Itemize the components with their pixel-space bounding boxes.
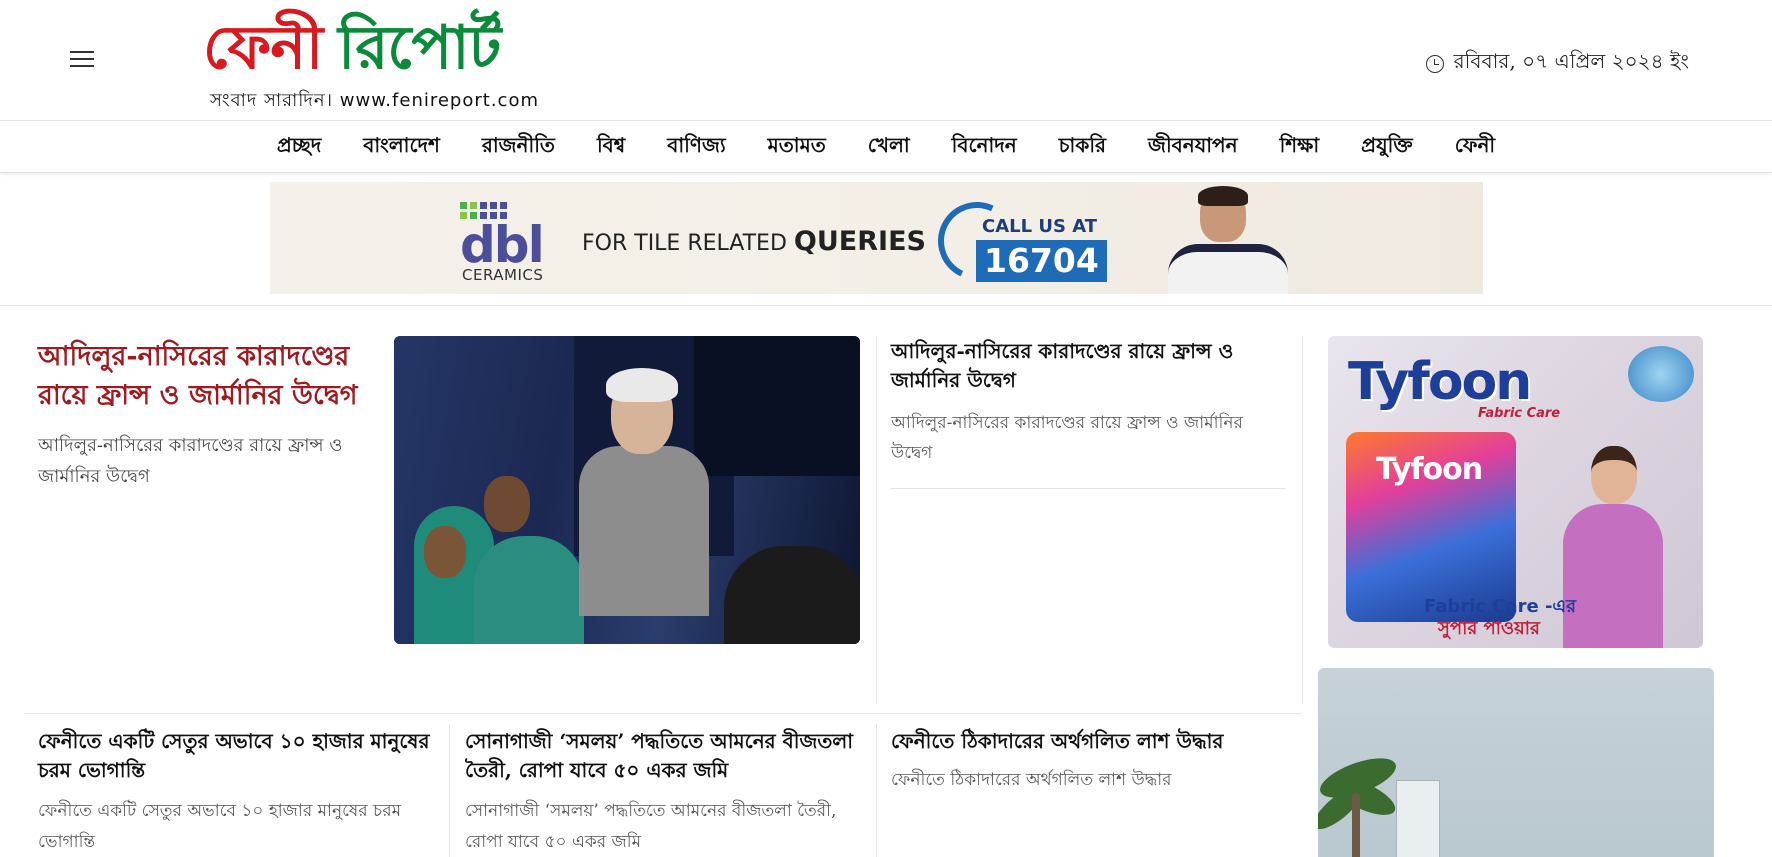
banner-query: FOR TILE RELATED QUERIES: [582, 226, 926, 257]
card-headline[interactable]: সোনাগাজী ‘সমলয়’ পদ্ধতিতে আমনের বীজতলা ত…: [465, 727, 860, 785]
main-nav: প্রচ্ছদ বাংলাদেশ রাজনীতি বিশ্ব বাণিজ্য ম…: [0, 122, 1772, 173]
banner-ad-area: dbl CERAMICS FOR TILE RELATED QUERIES CA…: [0, 173, 1772, 306]
nav-item-sports[interactable]: খেলা: [847, 131, 931, 164]
tyfoon-sub: Fabric Care: [1478, 406, 1561, 421]
nav-item-bangladesh[interactable]: বাংলাদেশ: [342, 131, 461, 164]
banner-ad[interactable]: dbl CERAMICS FOR TILE RELATED QUERIES CA…: [270, 182, 1483, 294]
divider: [24, 713, 1302, 714]
card-summary: ফেনীতে ঠিকাদারের অর্থগলিত লাশ উদ্ধার: [891, 770, 1172, 790]
call-number: 16704: [976, 240, 1107, 282]
date-text: রবিবার, ০৭ এপ্রিল ২০২৪ ইং: [1453, 49, 1689, 73]
tyfoon-brand: Tyfoon: [1348, 352, 1532, 412]
site-header: ফেনী রিপোর্ট সংবাদ সারাদিন। www.fenirepo…: [0, 0, 1772, 121]
logo-green-text: রিপোর্ট: [338, 13, 501, 83]
current-date: রবিবার, ০৭ এপ্রিল ২০২৪ ইং: [1425, 47, 1689, 80]
divider: [1302, 336, 1303, 704]
dbl-sub: CERAMICS: [462, 266, 544, 284]
call-label: CALL US AT: [982, 216, 1098, 237]
site-logo[interactable]: ফেনী রিপোর্ট সংবাদ সারাদিন। www.fenirepo…: [203, 12, 603, 112]
card-summary: ফেনীতে একটি সেতুর অভাবে ১০ হাজার মানুষের…: [38, 801, 402, 852]
divider: [876, 724, 877, 857]
card-headline[interactable]: ফেনীতে একটি সেতুর অভাবে ১০ হাজার মানুষের…: [38, 727, 430, 785]
side-story-headline[interactable]: আদিলুর-নাসিরের কারাদণ্ডের রায়ে ফ্রান্স …: [891, 337, 1281, 395]
nav-item-jobs[interactable]: চাকরি: [1038, 131, 1127, 164]
lead-summary: আদিলুর-নাসিরের কারাদণ্ডের রায়ে ফ্রান্স …: [38, 435, 343, 487]
ad-badge: [1628, 346, 1694, 402]
nav-item-technology[interactable]: প্রযুক্তি: [1340, 131, 1434, 164]
hamburger-menu-icon[interactable]: [70, 49, 94, 69]
nav-item-politics[interactable]: রাজনীতি: [461, 131, 576, 164]
logo-red-text: ফেনী: [203, 13, 323, 83]
nav-item-home[interactable]: প্রচ্ছদ: [256, 131, 342, 164]
building-image: [1396, 780, 1440, 857]
nav-item-entertainment[interactable]: বিনোদন: [931, 131, 1038, 164]
tyfoon-ad[interactable]: Tyfoon Fabric Care Tyfoon Fabric Care -এ…: [1328, 336, 1703, 648]
side-ad-image[interactable]: [1318, 668, 1714, 857]
divider: [876, 336, 877, 704]
nav-item-feni[interactable]: ফেনী: [1434, 131, 1516, 164]
ad-model-image: [1158, 186, 1288, 294]
lead-headline[interactable]: আদিলুর-নাসিরের কারাদণ্ডের রায়ে ফ্রান্স …: [38, 337, 368, 415]
card-summary: সোনাগাজী ‘সমলয়’ পদ্ধতিতে আমনের বীজতলা ত…: [465, 801, 837, 852]
lead-image[interactable]: [394, 336, 860, 644]
side-story-summary: আদিলুর-নাসিরের কারাদণ্ডের রায়ে ফ্রান্স …: [891, 413, 1243, 463]
nav-item-education[interactable]: শিক্ষা: [1259, 131, 1341, 164]
dbl-logo: dbl CERAMICS: [460, 202, 550, 284]
tyfoon-footer-bn: সুপার পাওয়ার: [1438, 618, 1540, 639]
call-us-block: CALL US AT 16704: [927, 191, 1108, 291]
query-bold: QUERIES: [793, 226, 926, 257]
clock-icon: [1425, 54, 1444, 73]
divider: [449, 724, 450, 857]
nav-item-opinion[interactable]: মতামত: [747, 131, 847, 164]
query-text: FOR TILE RELATED: [582, 231, 787, 256]
divider: [891, 488, 1286, 489]
logo-tagline: সংবাদ সারাদিন। www.fenireport.com: [210, 90, 539, 111]
tyfoon-pack-label: Tyfoon: [1376, 452, 1483, 487]
nav-item-business[interactable]: বাণিজ্য: [646, 131, 746, 164]
card-headline[interactable]: ফেনীতে ঠিকাদারের অর্থগলিত লাশ উদ্ধার: [891, 727, 1286, 756]
nav-item-world[interactable]: বিশ্ব: [576, 131, 646, 164]
nav-item-lifestyle[interactable]: জীবনযাপন: [1127, 131, 1259, 164]
